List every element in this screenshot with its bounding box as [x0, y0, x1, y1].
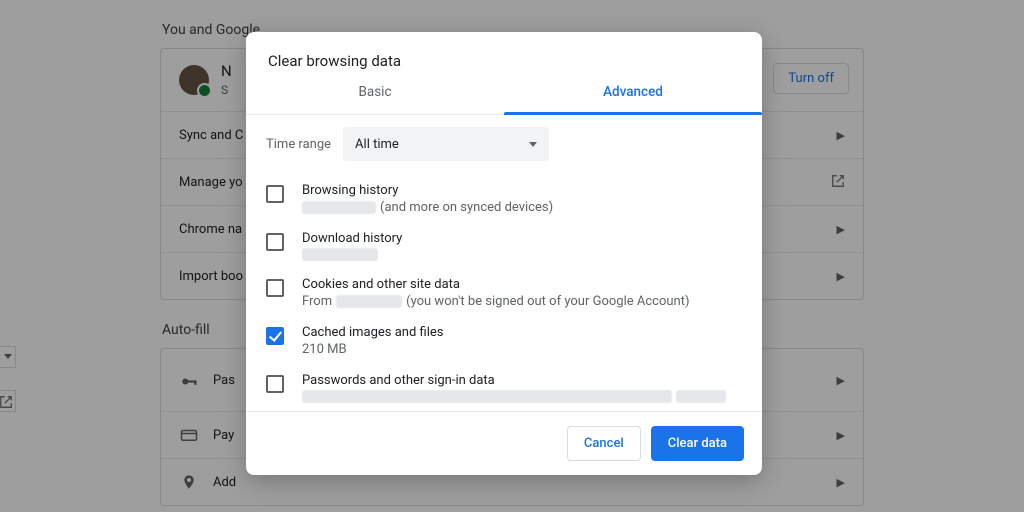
- redacted-text: [302, 248, 378, 261]
- option-title: Browsing history: [302, 183, 553, 198]
- option-subtitle: From (you won't be signed out of your Go…: [302, 294, 689, 309]
- checkbox-cookies[interactable]: [266, 279, 284, 297]
- dialog-tabs: Basic Advanced: [246, 84, 762, 115]
- time-range-row: Time range All time: [246, 115, 762, 173]
- option-subtitle: [302, 390, 726, 403]
- option-title: Cookies and other site data: [302, 277, 689, 292]
- time-range-select[interactable]: All time: [343, 127, 549, 161]
- checkbox-browsing-history[interactable]: [266, 185, 284, 203]
- option-title: Cached images and files: [302, 325, 443, 340]
- redacted-text: [336, 295, 402, 308]
- option-passwords: Passwords and other sign-in data: [246, 365, 762, 411]
- checkbox-download-history[interactable]: [266, 233, 284, 251]
- option-cookies: Cookies and other site data From (you wo…: [246, 269, 762, 317]
- option-subtitle: 210 MB: [302, 342, 443, 357]
- option-subtitle: [302, 248, 402, 261]
- clear-browsing-data-dialog: Clear browsing data Basic Advanced Time …: [246, 32, 762, 475]
- option-subtitle: (and more on synced devices): [302, 200, 553, 215]
- dialog-footer: Cancel Clear data: [246, 411, 762, 475]
- checkbox-passwords[interactable]: [266, 375, 284, 393]
- option-cached-images: Cached images and files 210 MB: [246, 317, 762, 365]
- clear-data-button[interactable]: Clear data: [651, 426, 744, 461]
- cancel-button[interactable]: Cancel: [567, 426, 641, 461]
- checkbox-cached-images[interactable]: [266, 327, 284, 345]
- option-browsing-history: Browsing history (and more on synced dev…: [246, 175, 762, 223]
- redacted-text: [302, 201, 376, 214]
- dialog-title: Clear browsing data: [246, 32, 762, 84]
- option-download-history: Download history: [246, 223, 762, 269]
- option-title: Download history: [302, 231, 402, 246]
- options-list: Browsing history (and more on synced dev…: [246, 173, 762, 411]
- chevron-down-icon: [529, 142, 537, 147]
- time-range-value: All time: [355, 137, 399, 152]
- tab-basic[interactable]: Basic: [246, 84, 504, 114]
- redacted-text: [676, 390, 726, 403]
- option-title: Passwords and other sign-in data: [302, 373, 726, 388]
- redacted-text: [302, 390, 672, 403]
- tab-advanced[interactable]: Advanced: [504, 84, 762, 114]
- time-range-label: Time range: [266, 137, 331, 152]
